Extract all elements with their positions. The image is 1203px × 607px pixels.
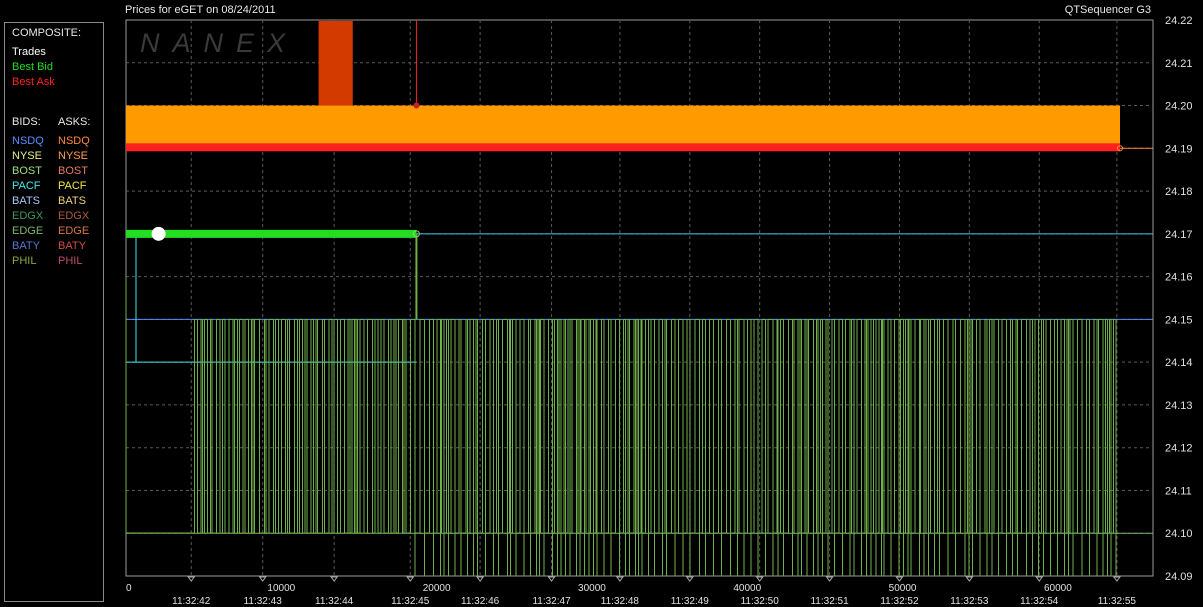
- y-tick-label: 24.19: [1165, 143, 1193, 155]
- y-tick-label: 24.22: [1165, 15, 1193, 27]
- time-tick-marker: [615, 576, 624, 582]
- y-tick-label: 24.09: [1165, 571, 1193, 583]
- trades-lower-extension: [414, 533, 1117, 576]
- ask-spike: [318, 21, 353, 106]
- time-tick-label: 11:32:45: [391, 596, 430, 607]
- y-tick-label: 24.12: [1165, 443, 1193, 455]
- chart-marks: [125, 20, 1153, 576]
- time-tick-marker: [965, 576, 974, 582]
- time-tick-label: 11:32:42: [172, 596, 211, 607]
- time-tick-marker: [895, 576, 904, 582]
- x-tick-label: 20000: [423, 583, 451, 594]
- x-tick-label: 60000: [1044, 583, 1072, 594]
- time-tick-label: 11:32:51: [810, 596, 849, 607]
- time-tick-label: 11:32:54: [1020, 596, 1059, 607]
- time-tick-marker: [755, 576, 764, 582]
- ask-band: [126, 105, 1120, 149]
- time-tick-marker: [547, 576, 556, 582]
- time-tick-label: 11:32:50: [741, 596, 780, 607]
- time-tick-marker: [187, 576, 196, 582]
- time-tick-marker: [1035, 576, 1044, 582]
- time-tick-label: 11:32:43: [244, 596, 283, 607]
- y-tick-label: 24.11: [1165, 485, 1192, 497]
- y-tick-label: 24.10: [1165, 528, 1193, 540]
- ask-marker-point: [413, 102, 420, 109]
- time-tick-marker: [1112, 576, 1121, 582]
- y-tick-label: 24.14: [1165, 357, 1193, 369]
- x-tick-label: 30000: [578, 583, 606, 594]
- pacf-step-line: [135, 233, 140, 363]
- time-tick-marker: [406, 576, 415, 582]
- time-tick-label: 11:32:55: [1098, 596, 1137, 607]
- trade-point: [151, 226, 166, 241]
- best-ask-line: [126, 143, 1120, 152]
- time-tick-marker: [476, 576, 485, 582]
- time-tick-label: 11:32:46: [461, 596, 500, 607]
- time-tick-marker: [825, 576, 834, 582]
- x-tick-label: 40000: [733, 583, 761, 594]
- x-tick-label: 0: [126, 583, 132, 594]
- y-tick-label: 24.16: [1165, 272, 1193, 284]
- time-tick-marker: [258, 576, 267, 582]
- y-tick-label: 24.20: [1165, 101, 1193, 113]
- time-tick-label: 11:32:44: [315, 596, 354, 607]
- time-tick-label: 11:32:47: [532, 596, 571, 607]
- x-tick-label: 10000: [267, 583, 295, 594]
- time-tick-label: 11:32:53: [950, 596, 989, 607]
- time-tick-label: 11:32:48: [601, 596, 640, 607]
- y-tick-label: 24.13: [1165, 400, 1193, 412]
- time-tick-marker: [685, 576, 694, 582]
- y-tick-label: 24.18: [1165, 186, 1193, 198]
- y-tick-label: 24.15: [1165, 314, 1193, 326]
- x-tick-label: 50000: [889, 583, 917, 594]
- time-tick-label: 11:32:49: [671, 596, 710, 607]
- y-tick-label: 24.17: [1165, 229, 1193, 241]
- watermark-text: NANEX: [140, 28, 298, 58]
- time-tick-marker: [330, 576, 339, 582]
- price-chart: NANEX 24.22 24.21 24.20 24.19 24.18 24.17 24.1…: [125, 15, 1193, 607]
- time-tick-label: 11:32:52: [880, 596, 919, 607]
- y-tick-label: 24.21: [1165, 58, 1193, 70]
